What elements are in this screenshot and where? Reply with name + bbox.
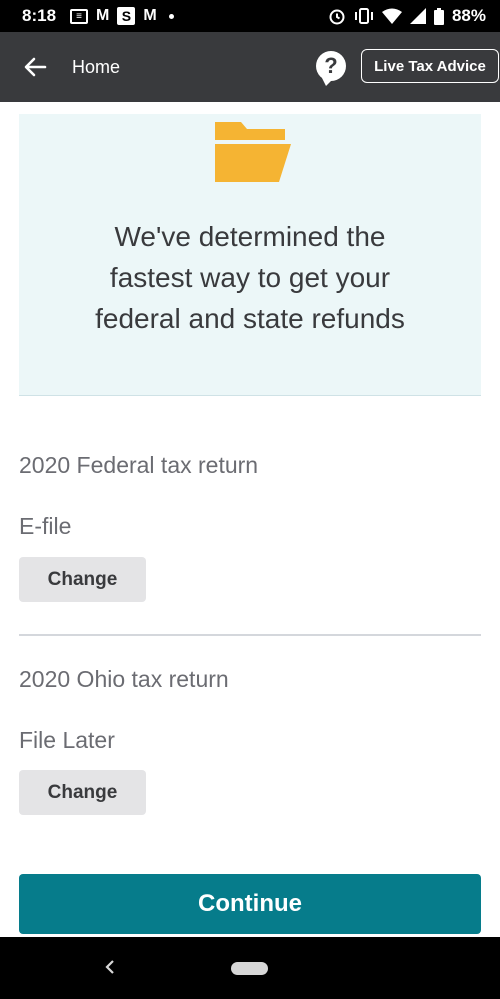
system-nav-bar (0, 937, 500, 999)
battery-percent: 88% (451, 6, 486, 25)
continue-button[interactable]: Continue (19, 874, 481, 934)
gmail-icon: M (143, 7, 157, 24)
question-icon: ? (324, 53, 338, 78)
federal-change-button[interactable]: Change (19, 557, 146, 602)
alarm-icon (329, 9, 345, 25)
status-right: 88% (328, 6, 486, 26)
back-button[interactable] (0, 32, 70, 102)
folder-icon (215, 122, 291, 182)
federal-return-title: 2020 Federal tax return (19, 452, 259, 478)
nav-back-icon[interactable] (104, 959, 116, 975)
s-icon: S (117, 7, 136, 25)
notification-icons: ≡ M S M (70, 7, 174, 25)
federal-filing-method: E-file (19, 513, 72, 539)
help-button[interactable]: ? (316, 51, 346, 86)
state-filing-method: File Later (19, 727, 115, 753)
live-tax-advice-button[interactable]: Live Tax Advice (361, 49, 499, 83)
hero-line-2: fastest way to get your (109, 262, 391, 293)
state-return-title: 2020 Ohio tax return (19, 666, 229, 692)
hero-heading: We've determined the fastest way to get … (19, 216, 481, 339)
divider (19, 634, 481, 636)
state-change-button[interactable]: Change (19, 770, 146, 815)
app-bar: Home ? Live Tax Advice (0, 32, 500, 102)
message-icon: ≡ (70, 8, 89, 24)
hero-panel: We've determined the fastest way to get … (19, 114, 481, 396)
battery-icon (433, 7, 444, 25)
status-bar: 8:18 ≡ M S M 88% (0, 0, 500, 32)
arrow-left-icon (24, 57, 47, 77)
signal-icon (409, 8, 426, 24)
more-notifications-icon (168, 13, 174, 19)
nav-home-pill[interactable] (231, 962, 268, 975)
status-time: 8:18 (22, 6, 57, 25)
hero-line-1: We've determined the (114, 221, 386, 252)
vibrate-icon (354, 8, 373, 24)
hero-line-3: federal and state refunds (95, 303, 405, 334)
gmail-icon: M (96, 7, 110, 24)
app-bar-title: Home (72, 56, 121, 77)
wifi-icon (381, 8, 402, 24)
